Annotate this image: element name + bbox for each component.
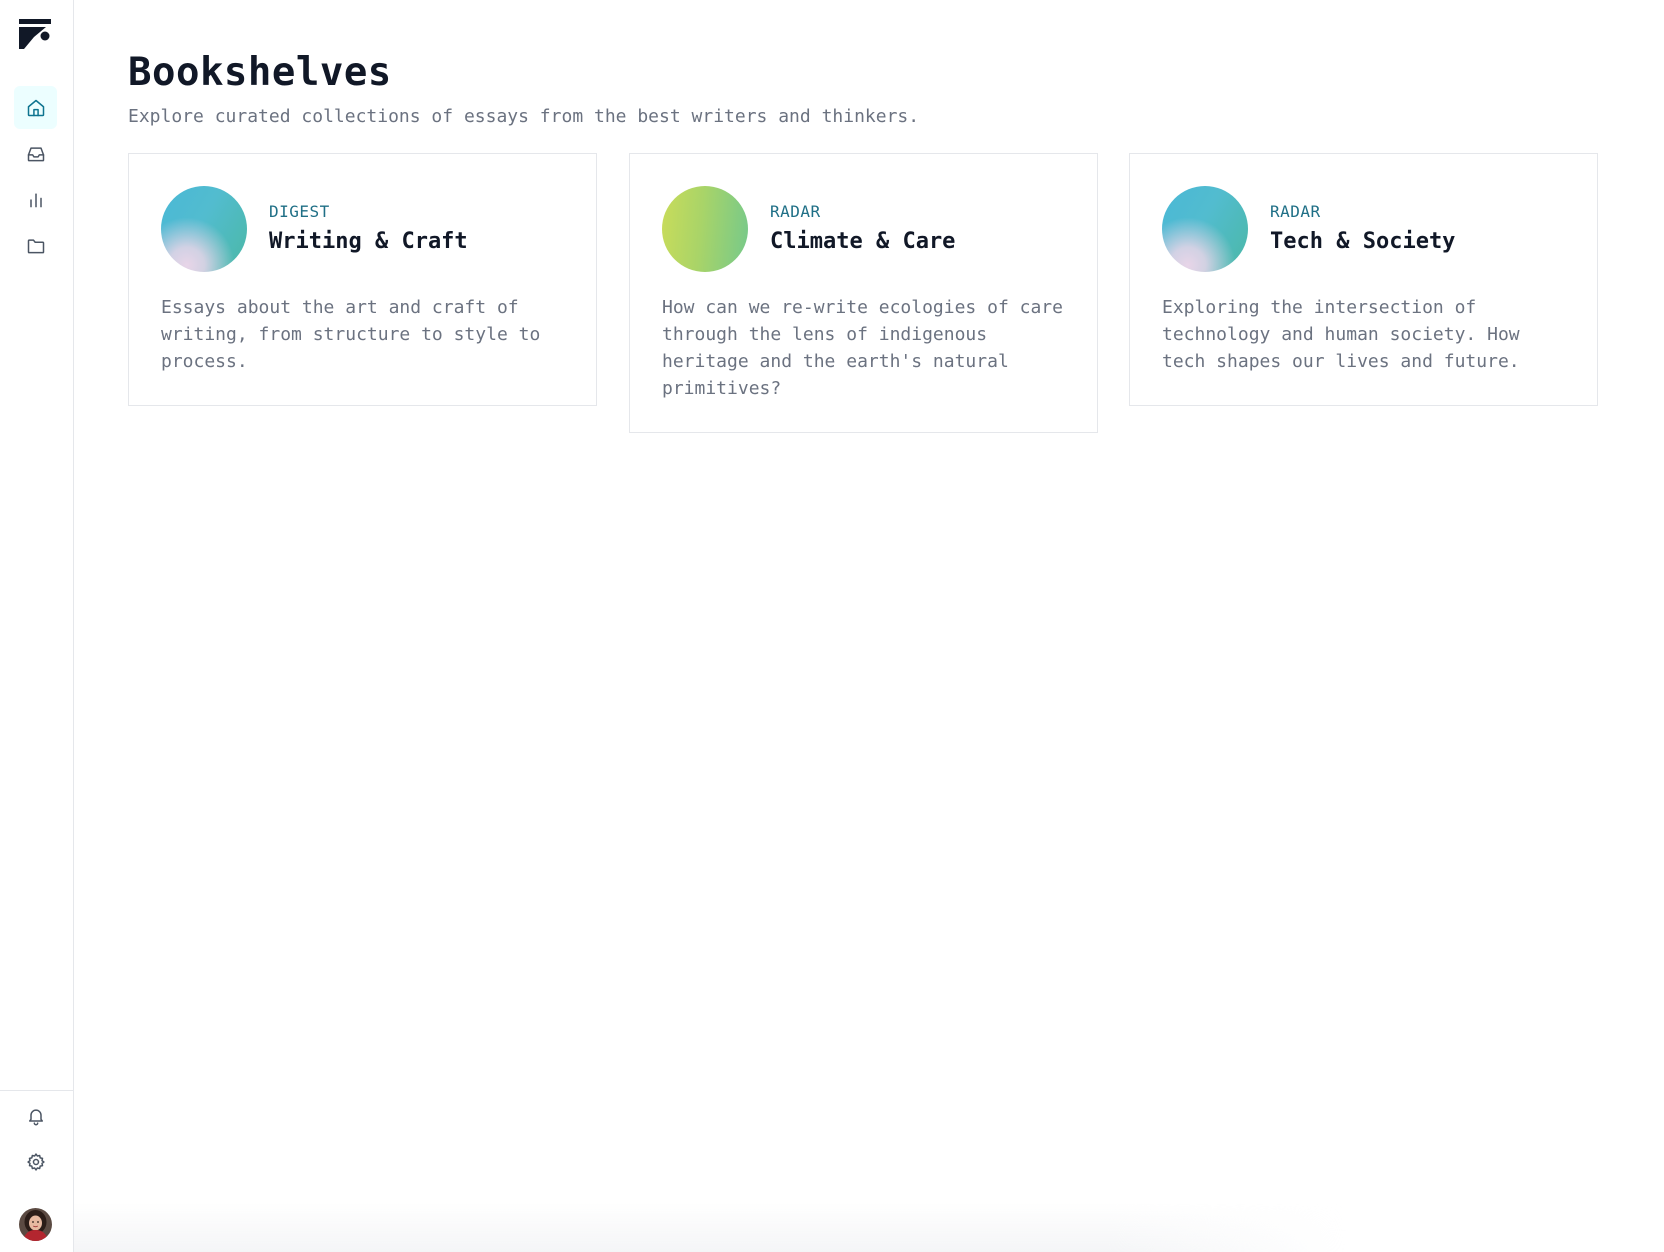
card-meta: RADAR Tech & Society [1270, 202, 1455, 256]
card-tag: DIGEST [269, 202, 330, 221]
bar-chart-icon [29, 192, 42, 207]
app-logo[interactable] [18, 17, 52, 51]
card-header: DIGEST Writing & Craft [161, 186, 564, 272]
card-tag: RADAR [770, 202, 821, 221]
collection-orb-icon [1162, 186, 1248, 272]
card-tag: RADAR [1270, 202, 1321, 221]
card-description: How can we re-write ecologies of care th… [662, 297, 1063, 399]
card-meta: RADAR Climate & Care [770, 202, 955, 256]
card-header: RADAR Climate & Care [662, 186, 1065, 272]
card-description: Exploring the intersection of technology… [1162, 297, 1520, 372]
sidebar-divider [0, 1090, 74, 1091]
collection-orb-icon [161, 186, 247, 272]
page-title: Bookshelves [128, 50, 392, 95]
sidebar-item-home[interactable] [14, 86, 57, 129]
inbox-icon [27, 146, 44, 161]
gear-icon [26, 1152, 45, 1171]
bookshelf-card-tech-society[interactable]: RADAR Tech & Society Exploring the inter… [1129, 153, 1598, 406]
card-title: Climate & Care [770, 229, 956, 254]
card-meta: DIGEST Writing & Craft [269, 202, 468, 256]
avatar[interactable] [19, 1208, 52, 1241]
sidebar [0, 0, 74, 1252]
bookshelf-card-writing-craft[interactable]: DIGEST Writing & Craft Essays about the … [128, 153, 597, 406]
card-header: RADAR Tech & Society [1162, 186, 1565, 272]
main-content: Bookshelves Explore curated collections … [128, 0, 1664, 1252]
app-root: Bookshelves Explore curated collections … [0, 0, 1664, 1252]
folder-icon [27, 238, 44, 253]
bell-icon [28, 1108, 43, 1125]
sidebar-item-folders[interactable] [14, 224, 57, 267]
logo-icon [19, 19, 51, 49]
bookshelf-card-climate-care[interactable]: RADAR Climate & Care How can we re-write… [629, 153, 1098, 433]
card-title: Tech & Society [1270, 229, 1456, 254]
home-icon [27, 99, 44, 116]
collection-orb-icon [662, 186, 748, 272]
notifications-button[interactable] [14, 1094, 57, 1137]
card-description: Essays about the art and craft of writin… [161, 297, 541, 372]
sidebar-item-inbox[interactable] [14, 132, 57, 175]
page-subtitle: Explore curated collections of essays fr… [128, 106, 920, 127]
sidebar-item-analytics[interactable] [14, 178, 57, 221]
settings-button[interactable] [14, 1140, 57, 1183]
user-avatar-icon [19, 1208, 52, 1241]
card-title: Writing & Craft [269, 229, 468, 254]
